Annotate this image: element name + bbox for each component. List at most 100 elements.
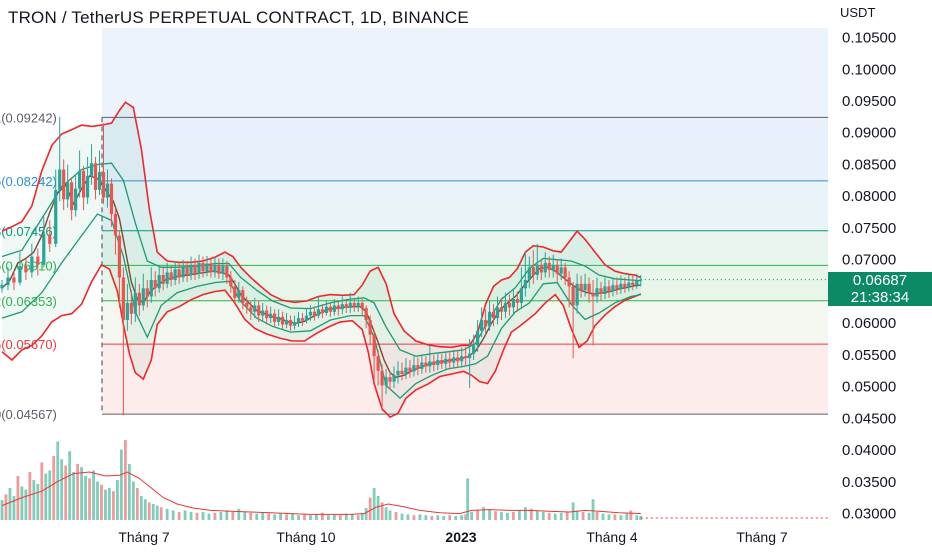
time-axis[interactable]: Tháng 7 Tháng 10 2023 Tháng 4 Tháng 7 xyxy=(118,529,788,545)
volume-bar xyxy=(213,512,217,520)
candle-body xyxy=(292,321,297,326)
volume-bar xyxy=(400,513,404,520)
price-tick: 0.05500 xyxy=(842,347,896,364)
candle-body xyxy=(229,277,233,287)
candle-body xyxy=(575,283,579,306)
candle-body xyxy=(479,320,484,331)
chart-title: TRON / TetherUS PERPETUAL CONTRACT, 1D, … xyxy=(8,8,469,27)
candle-body xyxy=(233,286,237,298)
candle-body xyxy=(503,302,508,312)
volume-bar xyxy=(104,489,107,520)
volume-bar xyxy=(607,514,611,520)
candle-body xyxy=(571,286,575,306)
candle-body xyxy=(499,307,504,312)
volume-bar xyxy=(418,514,422,520)
candle-body xyxy=(404,367,408,374)
volume-bar xyxy=(279,513,282,520)
candle-body xyxy=(531,267,535,275)
candle-body xyxy=(460,356,464,362)
candle-body xyxy=(157,274,161,289)
volume-bar xyxy=(80,467,83,520)
price-tick: 0.07000 xyxy=(842,252,896,269)
candle-body xyxy=(368,320,372,335)
volume-bar xyxy=(581,512,585,520)
candle-body xyxy=(269,313,273,319)
volume-bar xyxy=(16,476,20,520)
candle-body xyxy=(48,234,52,244)
candle-body xyxy=(257,305,261,316)
candle-body xyxy=(62,169,66,200)
candle-body xyxy=(440,360,444,364)
volume-bar xyxy=(52,456,56,520)
volume-bar xyxy=(231,512,235,520)
candle-body xyxy=(352,302,356,307)
candle-body xyxy=(6,277,10,286)
candle-body xyxy=(261,310,265,316)
volume-bar xyxy=(291,513,294,520)
fib-label: 1(0.09242) xyxy=(0,110,57,125)
candle-body xyxy=(416,365,420,369)
last-price-tag: 0.06687 21:38:34 xyxy=(828,271,932,306)
candle-body xyxy=(36,256,40,265)
volume-bar xyxy=(88,478,91,520)
candle-body xyxy=(209,263,213,273)
volume-bar xyxy=(68,451,72,520)
candle-body xyxy=(125,302,129,321)
volume-bar xyxy=(8,488,12,520)
fib-zone xyxy=(102,180,828,231)
volume-bar xyxy=(575,510,579,520)
candle-body xyxy=(145,288,149,297)
volume-bar xyxy=(177,512,181,520)
candle-body xyxy=(412,365,416,372)
price-tick: 0.09500 xyxy=(842,93,896,110)
volume-bar xyxy=(12,496,16,520)
volume-bar xyxy=(376,496,380,520)
candle-body xyxy=(515,299,520,303)
volume-bar xyxy=(613,514,617,520)
candle-body xyxy=(217,264,221,274)
candle-body xyxy=(579,283,583,291)
candle-body xyxy=(444,358,448,364)
volume-bar xyxy=(135,488,139,520)
volume-bar xyxy=(28,472,32,520)
volume-bar xyxy=(368,497,372,520)
volume-bar xyxy=(356,515,360,520)
candle-body xyxy=(424,362,428,367)
candle-body xyxy=(591,292,595,297)
candle-body xyxy=(328,306,332,312)
candle-body xyxy=(623,283,627,288)
candle-body xyxy=(58,169,62,190)
volume-bar xyxy=(151,504,155,520)
candle-body xyxy=(173,269,177,281)
candle-body xyxy=(237,290,241,298)
candle-body xyxy=(149,280,153,297)
candle-body xyxy=(284,320,289,325)
candle-body xyxy=(627,282,631,288)
candle-body xyxy=(635,280,639,286)
volume-bar xyxy=(547,512,551,520)
volume-bar xyxy=(535,510,539,520)
candle-body xyxy=(495,307,500,319)
volume-bar xyxy=(36,484,40,520)
candle-body xyxy=(356,302,360,307)
candle-body xyxy=(348,302,352,308)
volume-bar xyxy=(147,502,151,520)
volume-bar xyxy=(506,512,509,520)
candle-body xyxy=(316,309,321,316)
candle-body xyxy=(364,307,368,321)
price-tick: 0.04500 xyxy=(842,410,896,427)
volume-bar xyxy=(60,459,64,520)
price-tick: 0.10000 xyxy=(842,61,896,78)
candle-body xyxy=(324,306,328,314)
last-price-value: 0.06687 xyxy=(852,271,908,289)
candle-body xyxy=(587,283,591,293)
candle-body xyxy=(308,311,313,316)
candle-body xyxy=(583,283,587,291)
volume-bar xyxy=(565,512,569,520)
candle-body xyxy=(551,264,555,270)
volume-bar xyxy=(394,512,398,520)
volume-bar xyxy=(635,515,639,520)
candlestick-chart[interactable]: 1(0.09242)5(0.08242)8(0.07456)5(0.06910)… xyxy=(0,0,932,550)
volume-bar xyxy=(315,514,318,520)
candle-body xyxy=(249,307,253,312)
